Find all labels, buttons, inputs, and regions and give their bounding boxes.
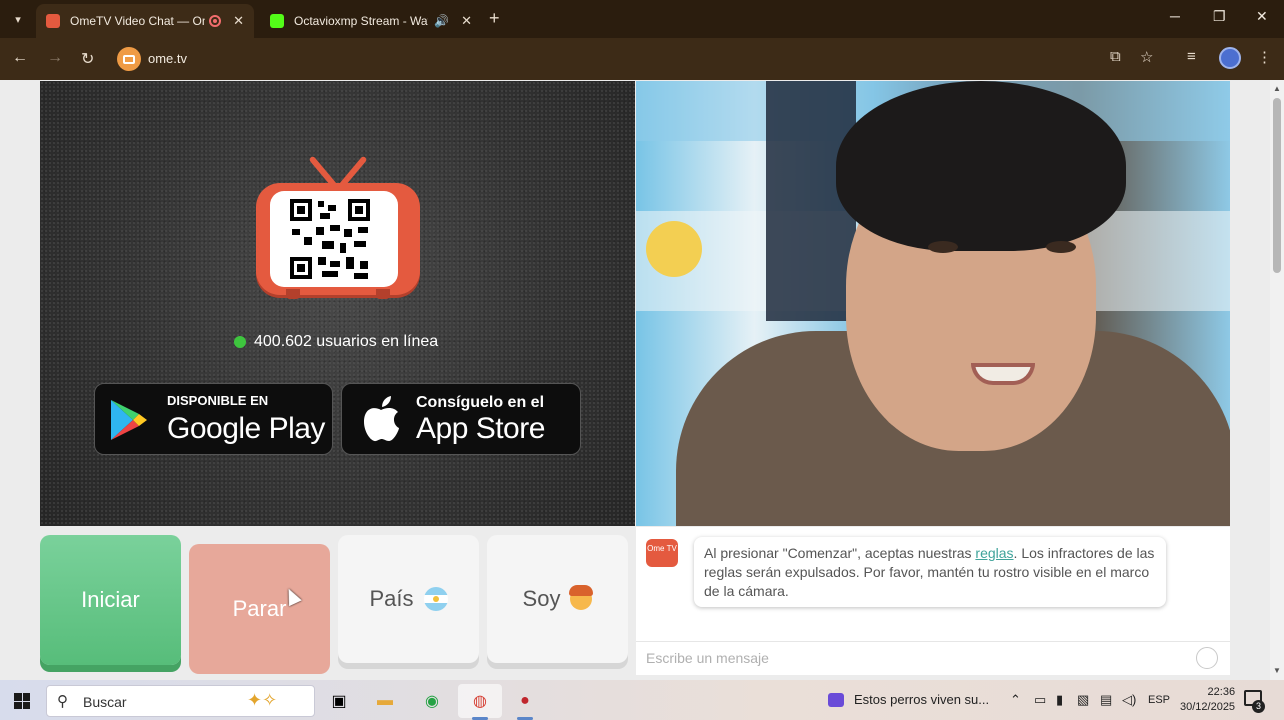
back-icon[interactable]: ← xyxy=(12,49,28,67)
tab-ometv[interactable]: OmeTV Video Chat — Ome ✕ xyxy=(36,4,254,38)
person-eye xyxy=(928,241,958,253)
url-field[interactable]: ome.tv xyxy=(148,51,187,66)
clock[interactable]: 22:36 30/12/2025 xyxy=(1180,685,1235,715)
start-button[interactable]: Iniciar xyxy=(40,535,181,665)
clock-date: 30/12/2025 xyxy=(1180,701,1236,713)
menu-kebab-icon[interactable]: ⋮ xyxy=(1257,48,1272,66)
system-message: Al presionar "Comenzar", aceptas nuestra… xyxy=(694,537,1166,607)
tab-search-chevron-icon[interactable]: ▾ xyxy=(6,7,30,31)
tv-leg xyxy=(376,289,390,299)
gender-button[interactable]: Soy xyxy=(487,535,628,663)
search-icon: ⚲ xyxy=(57,693,68,710)
file-explorer-icon[interactable]: ▬ xyxy=(371,687,399,715)
online-dot-icon xyxy=(234,336,246,348)
task-view-icon[interactable]: ▣ xyxy=(325,687,353,715)
close-tab-icon[interactable]: ✕ xyxy=(233,13,244,29)
close-tab-icon[interactable]: ✕ xyxy=(461,13,472,29)
bookmark-star-icon[interactable]: ☆ xyxy=(1140,48,1153,66)
speaker-icon[interactable]: 🔊 xyxy=(434,14,449,28)
country-button[interactable]: País xyxy=(338,535,479,663)
volume-icon[interactable]: ◁) xyxy=(1122,692,1136,708)
network-icon[interactable]: ▤ xyxy=(1100,692,1112,708)
self-camera-video xyxy=(636,81,1230,526)
tab-title: Octavioxmp Stream - Watch xyxy=(294,14,428,28)
scroll-up-icon[interactable]: ▲ xyxy=(1273,84,1281,93)
rules-link[interactable]: reglas xyxy=(975,545,1013,561)
tab-title: OmeTV Video Chat — Ome xyxy=(70,14,206,28)
forward-icon[interactable]: → xyxy=(47,49,63,67)
whatsapp-icon[interactable]: ◉ xyxy=(418,687,446,715)
google-play-badge[interactable]: DISPONIBLE EN Google Play xyxy=(94,383,333,455)
microphone-icon[interactable]: ▮ xyxy=(1056,692,1063,708)
argentina-flag-icon xyxy=(423,587,448,611)
google-play-logo-icon xyxy=(111,400,147,440)
person-hair xyxy=(836,81,1126,251)
scrollbar-thumb[interactable] xyxy=(1273,98,1281,273)
scrollbar[interactable]: ▲ ▼ xyxy=(1270,80,1284,680)
camera-icon[interactable]: ▧ xyxy=(1077,692,1089,708)
copilot-sparkle-icon: ✦✧ xyxy=(247,690,278,710)
apple-logo-icon xyxy=(364,396,399,442)
news-widget[interactable]: Estos perros viven su... xyxy=(828,692,989,707)
emoji-picker-icon[interactable] xyxy=(1196,647,1218,669)
notification-count-badge: 3 xyxy=(1252,700,1265,713)
google-play-big-text: Google Play xyxy=(167,412,325,445)
language-indicator[interactable]: ESP xyxy=(1148,694,1170,706)
kick-favicon-icon xyxy=(270,14,284,28)
google-play-small-text: DISPONIBLE EN xyxy=(167,393,269,408)
browser-tab-bar: ▾ OmeTV Video Chat — Ome ✕ Octavioxmp St… xyxy=(0,0,1284,38)
reload-icon[interactable]: ↻ xyxy=(81,49,94,69)
scroll-down-icon[interactable]: ▼ xyxy=(1273,666,1281,675)
qr-code xyxy=(270,191,398,287)
show-hidden-icons-chevron-icon[interactable]: ⌃ xyxy=(1010,692,1021,708)
minimize-icon[interactable]: ─ xyxy=(1170,8,1180,24)
qr-tv-logo xyxy=(256,153,420,299)
address-bar: ← → ↻ ome.tv ⧉ ☆ ≡ ⋮ xyxy=(0,38,1284,80)
windows-start-icon[interactable] xyxy=(14,693,30,709)
chat-panel: Ome TV Al presionar "Comenzar", aceptas … xyxy=(636,527,1230,675)
boy-emoji-icon xyxy=(569,585,594,610)
online-users-text: 400.602 usuarios en línea xyxy=(254,333,439,350)
recording-app-icon[interactable]: ● xyxy=(511,687,539,715)
gender-label: Soy xyxy=(522,586,561,611)
person-eye xyxy=(1046,241,1076,253)
close-window-icon[interactable]: ✕ xyxy=(1256,8,1268,25)
message-input[interactable]: Escribe un mensaje xyxy=(636,641,1230,675)
taskbar-search[interactable]: ⚲ Buscar ✦✧ xyxy=(46,685,315,717)
stranger-video-pane: 400.602 usuarios en línea DISPONIBLE EN … xyxy=(40,81,635,526)
tv-leg xyxy=(286,289,300,299)
site-info-icon[interactable] xyxy=(117,47,141,71)
recording-icon xyxy=(209,15,222,27)
app-store-small-text: Consíguelo en el xyxy=(416,394,545,411)
app-store-badge[interactable]: Consíguelo en el App Store xyxy=(341,383,581,455)
stop-button[interactable]: Parar xyxy=(189,544,330,674)
clock-time: 22:36 xyxy=(1207,686,1236,698)
app-store-big-text: App Store xyxy=(416,412,545,445)
meet-now-icon[interactable]: ▭ xyxy=(1034,692,1046,708)
chrome-icon[interactable]: ◍ xyxy=(466,687,494,715)
system-message-text: Al presionar "Comenzar", aceptas nuestra… xyxy=(704,545,976,561)
online-users-count: 400.602 usuarios en línea xyxy=(234,333,438,351)
windows-taskbar: ⚲ Buscar ✦✧ ▣ ▬ ◉ ◍ ● Estos perros viven… xyxy=(0,680,1284,720)
video-news-icon xyxy=(828,692,844,707)
tab-octavioxmp[interactable]: Octavioxmp Stream - Watch 🔊 ✕ xyxy=(260,4,482,38)
ometv-chat-logo-icon: Ome TV xyxy=(646,539,678,567)
reading-list-icon[interactable]: ≡ xyxy=(1187,48,1196,65)
flag-sun xyxy=(646,221,702,277)
news-text: Estos perros viven su... xyxy=(854,692,990,707)
restore-icon[interactable]: ❐ xyxy=(1213,8,1226,25)
profile-avatar[interactable] xyxy=(1219,47,1241,69)
taskbar-search-placeholder: Buscar xyxy=(83,694,127,710)
install-app-icon[interactable]: ⧉ xyxy=(1110,48,1121,65)
new-tab-icon[interactable]: + xyxy=(489,8,500,29)
static-noise xyxy=(40,81,635,526)
ometv-favicon-icon xyxy=(46,14,60,28)
country-label: País xyxy=(369,586,414,611)
